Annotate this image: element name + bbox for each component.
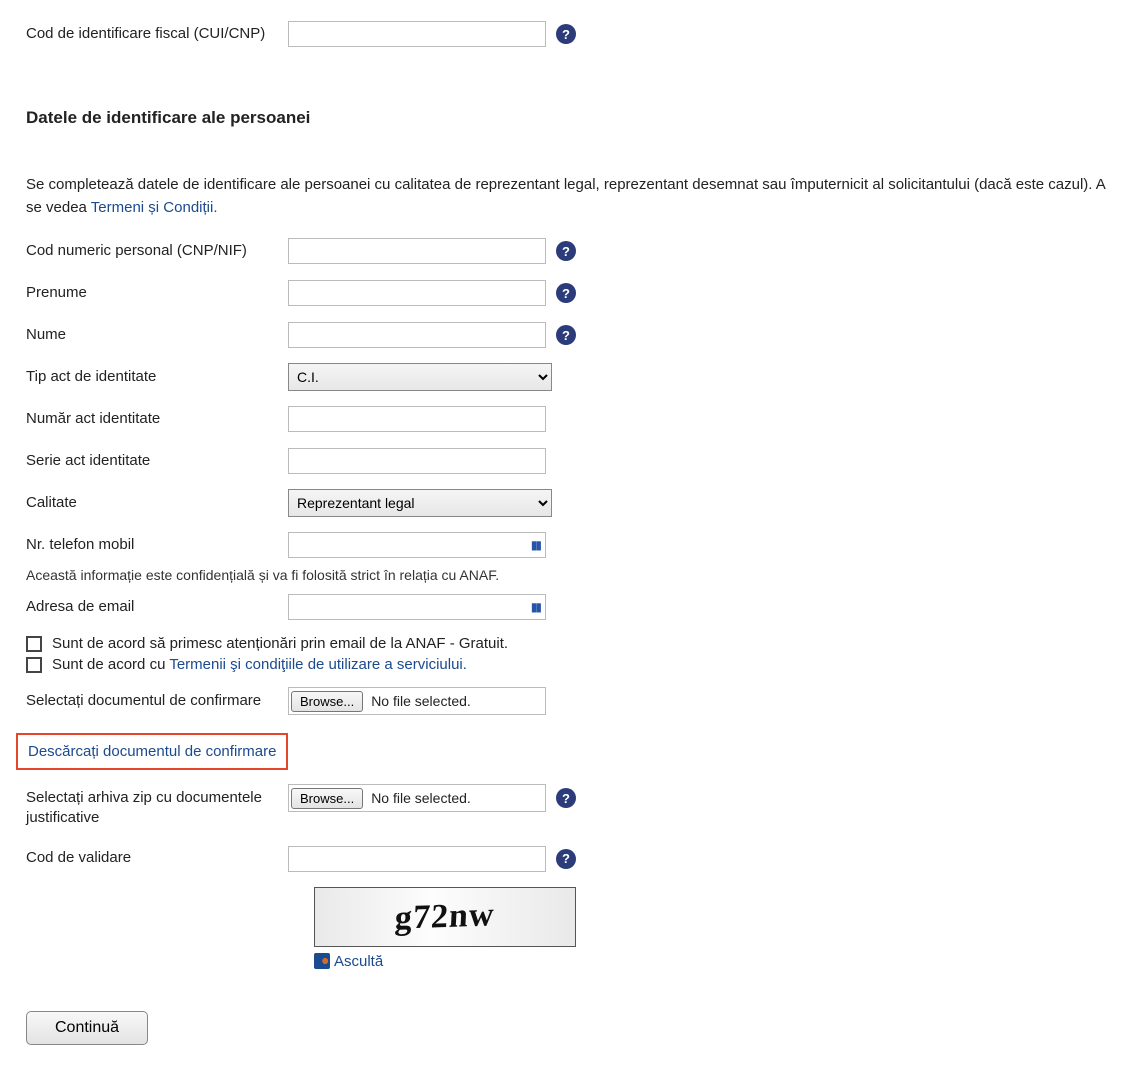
captcha-text: g72nw xyxy=(394,896,496,937)
numar-act-input[interactable] xyxy=(288,406,546,432)
page-title: Datele de identificare ale persoanei xyxy=(26,108,1110,128)
opt-in-checkbox[interactable] xyxy=(26,636,42,652)
confirm-doc-label: Selectați documentul de confirmare xyxy=(26,691,288,711)
terms-checkbox[interactable] xyxy=(26,657,42,673)
cnp-input[interactable] xyxy=(288,238,546,264)
serie-act-input[interactable] xyxy=(288,448,546,474)
zip-label: Selectați arhiva zip cu documentele just… xyxy=(26,784,288,829)
zip-file[interactable]: Browse... No file selected. xyxy=(288,784,546,812)
prenume-label: Prenume xyxy=(26,283,288,303)
prenume-input[interactable] xyxy=(288,280,546,306)
validate-label: Cod de validare xyxy=(26,848,288,868)
email-label: Adresa de email xyxy=(26,597,288,617)
help-icon[interactable]: ? xyxy=(556,788,576,808)
browse-button[interactable]: Browse... xyxy=(291,691,363,712)
telefon-input[interactable] xyxy=(288,532,546,558)
browse-button[interactable]: Browse... xyxy=(291,788,363,809)
download-highlight: Descărcați documentul de confirmare xyxy=(16,733,288,770)
validate-input[interactable] xyxy=(288,846,546,872)
email-input[interactable] xyxy=(288,594,546,620)
serie-act-label: Serie act identitate xyxy=(26,451,288,471)
telefon-label: Nr. telefon mobil xyxy=(26,535,288,555)
file-status: No file selected. xyxy=(371,693,471,709)
intro-text: Se completează datele de identificare al… xyxy=(26,174,1110,219)
terms-link[interactable]: Termeni și Condiții. xyxy=(91,199,218,216)
speaker-icon xyxy=(314,953,330,969)
tip-act-select[interactable]: C.I. xyxy=(288,363,552,391)
nume-label: Nume xyxy=(26,325,288,345)
listen-link[interactable]: Ascultă xyxy=(314,953,383,970)
listen-label: Ascultă xyxy=(334,953,383,970)
nume-input[interactable] xyxy=(288,322,546,348)
cui-label: Cod de identificare fiscal (CUI/CNP) xyxy=(26,24,288,44)
file-status: No file selected. xyxy=(371,790,471,806)
numar-act-label: Număr act identitate xyxy=(26,409,288,429)
terms-of-use-link[interactable]: Termenii şi condiţiile de utilizare a se… xyxy=(169,656,467,673)
captcha-image: g72nw xyxy=(314,887,576,947)
tip-act-label: Tip act de identitate xyxy=(26,367,288,387)
help-icon[interactable]: ? xyxy=(556,849,576,869)
continue-button[interactable]: Continuă xyxy=(26,1011,148,1045)
telefon-note: Această informație este confidențială și… xyxy=(26,567,1110,583)
help-icon[interactable]: ? xyxy=(556,24,576,44)
help-icon[interactable]: ? xyxy=(556,241,576,261)
calitate-label: Calitate xyxy=(26,493,288,513)
terms-label-prefix: Sunt de acord cu xyxy=(52,656,169,673)
help-icon[interactable]: ? xyxy=(556,283,576,303)
confirm-doc-file[interactable]: Browse... No file selected. xyxy=(288,687,546,715)
calitate-select[interactable]: Reprezentant legal xyxy=(288,489,552,517)
download-confirm-link[interactable]: Descărcați documentul de confirmare xyxy=(28,743,276,760)
help-icon[interactable]: ? xyxy=(556,325,576,345)
opt-in-label: Sunt de acord să primesc atenționări pri… xyxy=(52,635,508,652)
cui-input[interactable] xyxy=(288,21,546,47)
cnp-label: Cod numeric personal (CNP/NIF) xyxy=(26,241,288,261)
